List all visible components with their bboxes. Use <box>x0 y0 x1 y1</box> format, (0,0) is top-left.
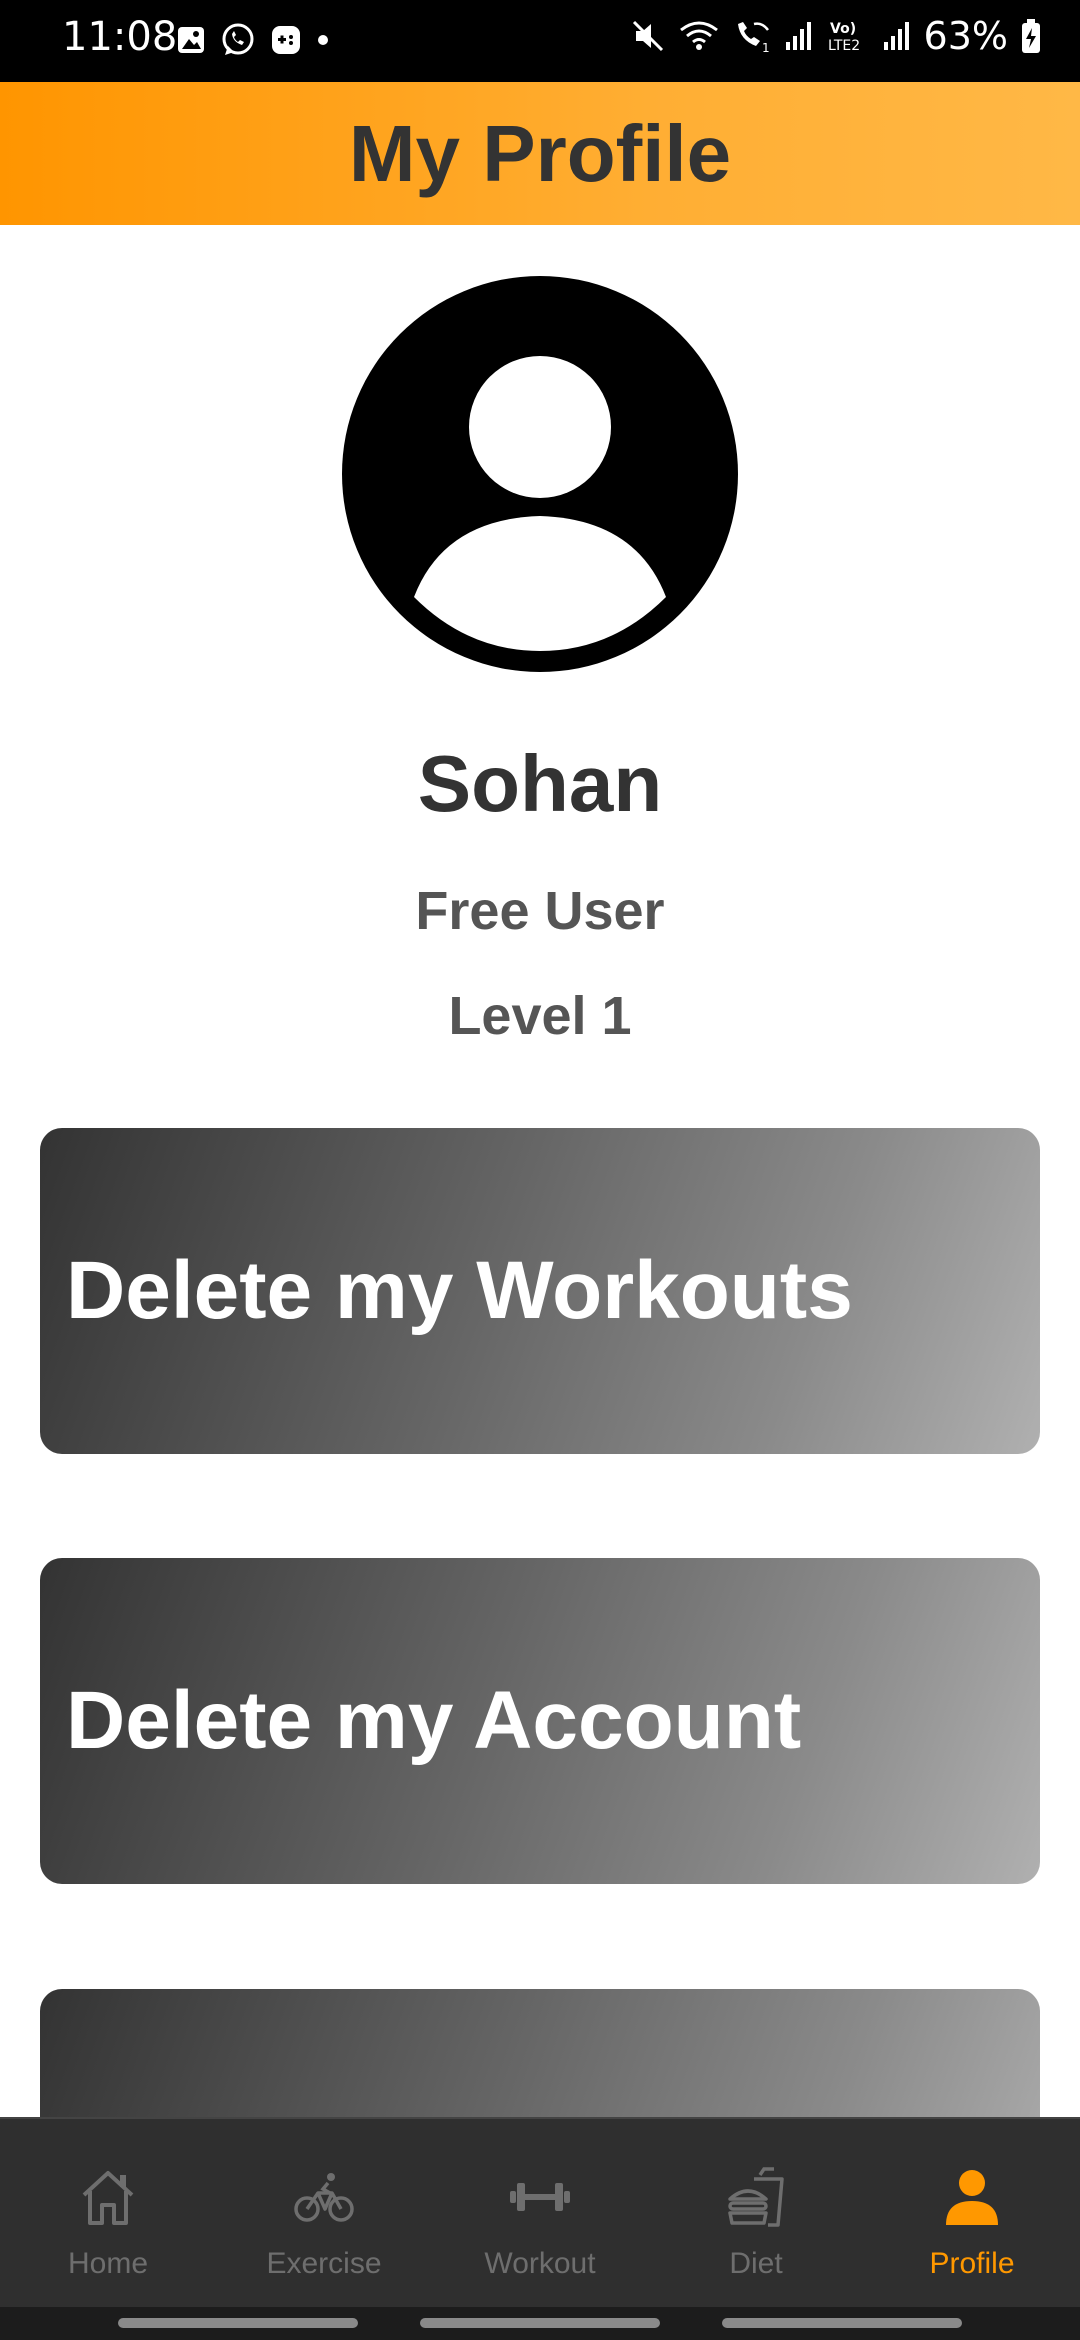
nav-item-home[interactable]: Home <box>0 2119 216 2307</box>
whatsapp-icon <box>222 23 254 55</box>
user-level: Level 1 <box>448 986 632 1046</box>
wifi-calling-icon: 1 <box>737 22 770 54</box>
person-icon <box>946 2170 998 2225</box>
status-time: 11:08 <box>62 14 178 60</box>
food-icon <box>728 2167 784 2227</box>
app-header: My Profile <box>0 82 1080 225</box>
svg-text:Vo): Vo) <box>830 21 856 37</box>
signal-icon <box>785 22 811 50</box>
home-icon <box>82 2171 134 2225</box>
status-bar: 11:08 1 Vo) LTE2 63% <box>0 0 1080 82</box>
nav-item-diet[interactable]: Diet <box>648 2119 864 2307</box>
mute-icon <box>632 20 663 52</box>
nav-label-profile: Profile <box>929 2247 1015 2280</box>
nav-label-home: Home <box>67 2247 149 2280</box>
system-gesture-bar <box>0 2307 1080 2340</box>
nav-item-workout[interactable]: Workout <box>432 2119 648 2307</box>
svg-text:LTE2: LTE2 <box>828 38 860 54</box>
profile-avatar[interactable] <box>342 276 738 672</box>
user-name: Sohan <box>417 739 663 828</box>
game-icon <box>272 26 300 54</box>
signal-icon <box>883 22 909 50</box>
nav-label-diet: Diet <box>729 2247 783 2280</box>
battery-percentage: 63% <box>923 14 1008 58</box>
system-status-icons: 1 Vo) LTE2 63% <box>630 14 1042 58</box>
delete-account-label: Delete my Account <box>66 1675 802 1766</box>
nav-item-profile[interactable]: Profile <box>864 2119 1080 2307</box>
user-plan: Free User <box>415 881 665 941</box>
dumbbell-icon <box>510 2183 570 2211</box>
user-avatar-icon <box>342 276 738 672</box>
notification-icons <box>176 22 330 58</box>
nav-label-workout: Workout <box>484 2247 596 2280</box>
svg-text:1: 1 <box>762 41 770 54</box>
gallery-icon <box>178 27 204 53</box>
bottom-navigation: Home Exercise Workout Diet Profile <box>0 2117 1080 2307</box>
dot-icon <box>318 35 328 45</box>
page-title: My Profile <box>348 108 732 198</box>
delete-workouts-label: Delete my Workouts <box>66 1245 853 1336</box>
delete-workouts-button[interactable]: Delete my Workouts <box>40 1128 1040 1454</box>
nav-item-exercise[interactable]: Exercise <box>216 2119 432 2307</box>
gesture-pill[interactable] <box>722 2318 962 2328</box>
gesture-pill[interactable] <box>118 2318 358 2328</box>
wifi-icon <box>679 21 718 50</box>
battery-charging-icon <box>1022 19 1040 53</box>
gesture-pill[interactable] <box>420 2318 660 2328</box>
volte-icon: Vo) LTE2 <box>828 21 860 54</box>
delete-account-button[interactable]: Delete my Account <box>40 1558 1040 1884</box>
nav-label-exercise: Exercise <box>266 2247 382 2280</box>
bicycle-icon <box>294 2173 354 2222</box>
